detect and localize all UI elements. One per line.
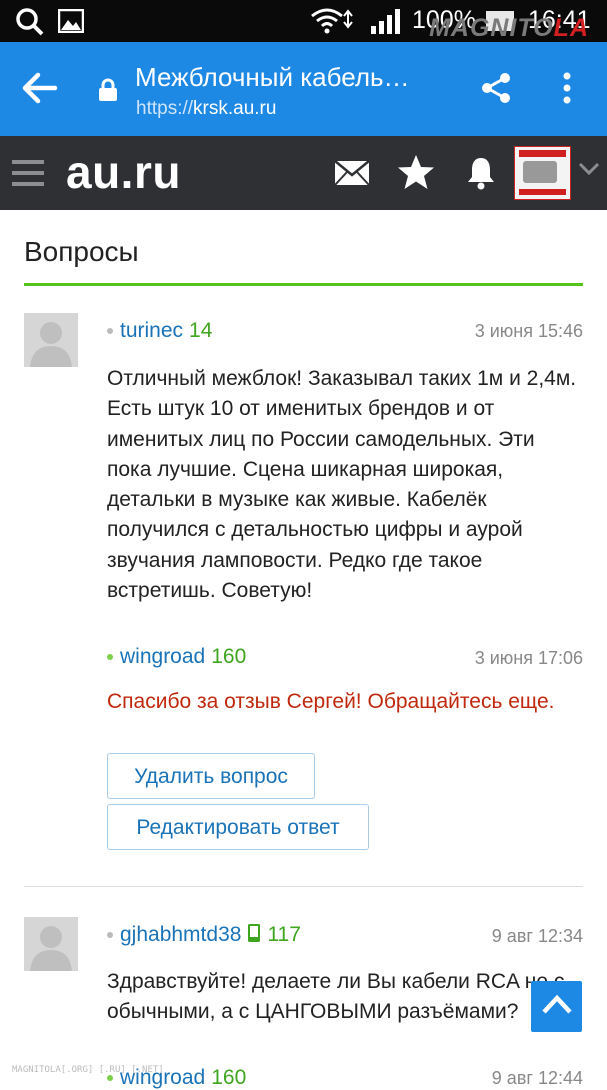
question-divider [24,886,583,887]
answer-author[interactable]: wingroad 160 [120,645,246,669]
watermark-logo: MAGNITOLA [429,14,589,42]
edit-answer-button[interactable]: Редактировать ответ [107,804,369,850]
watermark-text: MAGNITOLA[.ORG] [.RU] [.NET] [12,1065,164,1075]
page-url[interactable]: https://krsk.au.ru [136,98,276,120]
bell-icon[interactable] [466,156,496,195]
site-logo[interactable]: au.ru [66,145,181,199]
chevron-down-icon[interactable] [578,162,600,181]
status-dot [107,328,113,334]
mail-icon[interactable] [334,160,370,191]
question-author[interactable]: gjhabhmtd38 117 [120,923,301,949]
answer-date: 3 июня 17:06 [474,648,583,668]
answer-date: 9 авг 12:44 [491,1068,583,1088]
section-divider [24,283,583,286]
question-text: Здравствуйте! делаете ли Вы кабели RCA н… [107,970,565,1024]
star-icon[interactable] [397,154,435,195]
section-title: Вопросы [24,236,139,267]
status-dot [107,932,113,938]
share-icon[interactable] [480,72,512,109]
signal-icon [370,8,402,39]
delete-question-button[interactable]: Удалить вопрос [107,753,315,799]
mobile-phone-icon [247,923,261,949]
answer-text: Спасибо за отзыв Сергей! Обращайтесь еще… [107,690,555,713]
page-title[interactable]: Межблочный кабель… [135,62,410,93]
online-dot [107,654,113,660]
status-bar: 100% 16:41 MAGNITOLA [0,0,607,42]
gallery-icon [57,8,85,38]
online-dot [107,1075,113,1081]
user-avatar-placeholder[interactable] [24,917,78,971]
user-avatar[interactable] [514,146,571,200]
back-arrow-icon[interactable] [22,72,58,109]
chevron-up-icon [542,994,572,1014]
browser-toolbar: Межблочный кабель… https://krsk.au.ru [0,42,607,136]
search-icon [15,7,45,42]
lock-icon [98,78,118,107]
site-header: au.ru [0,136,607,210]
scroll-to-top-button[interactable] [531,981,582,1032]
hamburger-menu-icon[interactable] [12,158,44,193]
question-author[interactable]: turinec 14 [120,319,212,343]
question-date: 3 июня 15:46 [474,321,583,341]
overflow-menu-icon[interactable] [562,72,572,109]
wifi-icon [310,8,356,39]
user-avatar-placeholder[interactable] [24,313,78,367]
question-date: 9 авг 12:34 [491,926,583,946]
question-text: Отличный межблок! Заказывал таких 1м и 2… [107,367,577,603]
